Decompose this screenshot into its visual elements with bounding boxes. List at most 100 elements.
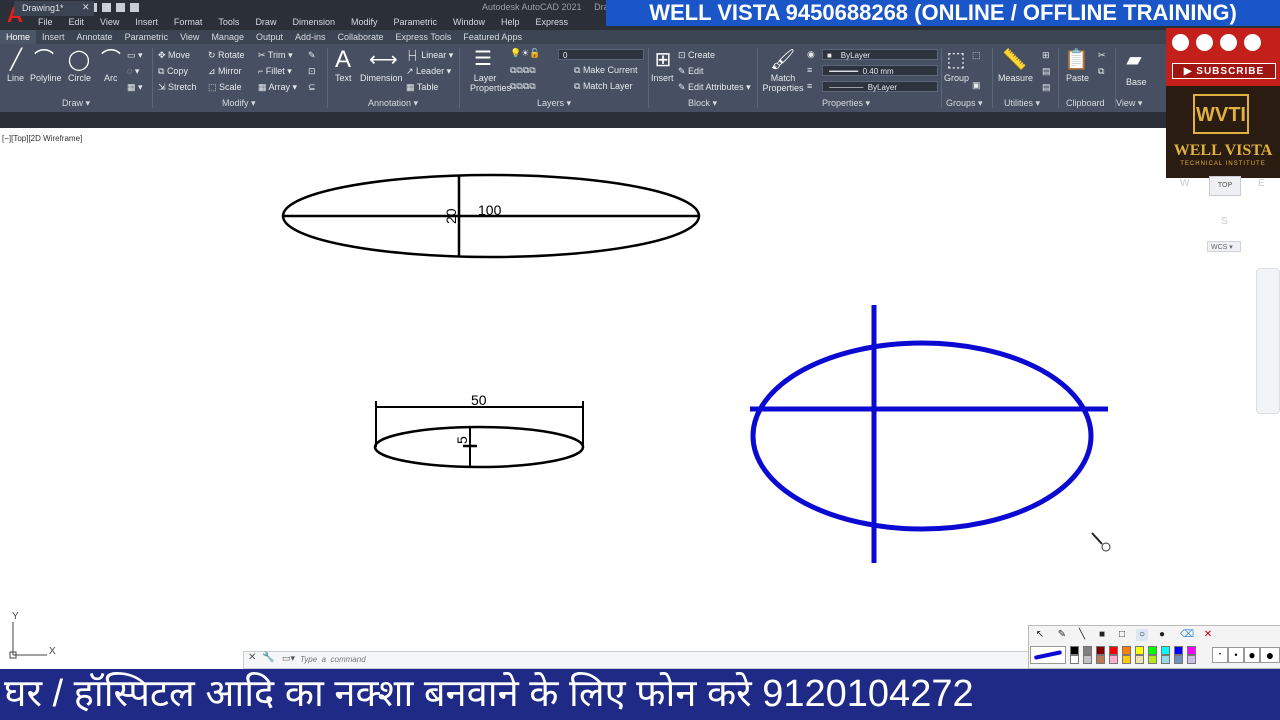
line-tool-icon[interactable]: ╲ xyxy=(1076,629,1088,641)
tab-manage[interactable]: Manage xyxy=(205,30,250,44)
ellipse-blue[interactable] xyxy=(750,340,1094,532)
viewcube-south[interactable]: S xyxy=(1221,216,1228,227)
move-button[interactable]: ✥ Move xyxy=(158,50,190,61)
color-swatch[interactable] xyxy=(1187,655,1196,664)
copy-clip-icon[interactable]: ⧉ xyxy=(1098,66,1104,77)
menu-file[interactable]: File xyxy=(30,17,61,27)
layer-properties-button[interactable]: Layer Properties xyxy=(470,73,511,93)
circle-icon[interactable]: ◯ xyxy=(67,48,91,72)
color-swatch[interactable] xyxy=(1135,655,1144,664)
utilities-panel-title[interactable]: Utilities ▾ xyxy=(1004,98,1040,109)
array-button[interactable]: ▦ Array ▾ xyxy=(258,82,297,93)
tab-add-ins[interactable]: Add-ins xyxy=(289,30,332,44)
dimension-icon[interactable]: ⟷ xyxy=(369,48,398,72)
paste-icon[interactable]: 📋 xyxy=(1064,48,1089,72)
create-button[interactable]: ⊡ Create xyxy=(678,50,715,61)
layer-tool-icons[interactable]: ⧉⧉⧉⧉ xyxy=(510,65,536,76)
color-swatch[interactable] xyxy=(1070,655,1079,664)
measure-button[interactable]: Measure xyxy=(998,73,1033,83)
subscribe-button[interactable]: ▶ SUBSCRIBE xyxy=(1172,63,1276,79)
table-grid-icon[interactable]: ▦ ▾ xyxy=(127,82,143,93)
filled-ellipse-icon[interactable]: ● xyxy=(1156,629,1168,641)
ellipse-small[interactable] xyxy=(373,425,585,469)
layers-panel-title[interactable]: Layers ▾ xyxy=(537,98,571,109)
customize-wrench-icon[interactable]: 🔧 xyxy=(262,652,274,663)
viewcube-top-face[interactable]: TOP xyxy=(1209,176,1241,196)
clear-icon[interactable]: ✕ xyxy=(1202,629,1214,641)
menu-express[interactable]: Express xyxy=(528,17,577,27)
match-layer-button[interactable]: ⧉ Match Layer xyxy=(574,81,632,92)
rotate-button[interactable]: ↻ Rotate xyxy=(208,50,245,61)
ungroup-icon[interactable]: ⬚ xyxy=(972,50,981,61)
eraser-icon[interactable]: ⌫ xyxy=(1180,629,1194,641)
match-properties-icon[interactable]: 🖌 xyxy=(770,48,795,72)
color-swatch[interactable] xyxy=(1070,646,1079,655)
id-point-icon[interactable]: ▤ xyxy=(1042,82,1051,93)
menu-tools[interactable]: Tools xyxy=(210,17,247,27)
pen-icon[interactable]: ✎ xyxy=(1056,629,1068,641)
drawing-canvas[interactable]: 100 20 50 5 Y X xyxy=(0,128,1166,669)
tab-collaborate[interactable]: Collaborate xyxy=(332,30,390,44)
new-tab-icon[interactable]: + xyxy=(105,1,111,13)
color-swatch[interactable] xyxy=(1161,655,1170,664)
layer-dropdown[interactable]: 0 xyxy=(558,49,644,60)
mirror-button[interactable]: ⊿ Mirror xyxy=(208,66,242,77)
hatch-icon[interactable]: ◌ ▾ xyxy=(127,66,139,77)
stretch-button[interactable]: ⇲ Stretch xyxy=(158,82,197,93)
menu-parametric[interactable]: Parametric xyxy=(386,17,446,27)
text-button[interactable]: Text xyxy=(335,73,352,83)
dimension-button[interactable]: Dimension xyxy=(360,73,403,83)
layer-state-icons[interactable]: 💡☀🔓 xyxy=(510,48,540,59)
pen-size-medium[interactable]: • xyxy=(1228,647,1244,663)
filled-rect-icon[interactable]: ■ xyxy=(1096,629,1108,641)
leader-button[interactable]: ↗ Leader ▾ xyxy=(406,66,451,77)
line-button[interactable]: Line xyxy=(7,73,24,83)
tab-view[interactable]: View xyxy=(174,30,205,44)
scale-button[interactable]: ⬚ Scale xyxy=(208,82,242,93)
arc-icon[interactable]: ⌒ xyxy=(99,48,123,72)
tab-home[interactable]: Home xyxy=(0,30,37,44)
viewcube-east[interactable]: E xyxy=(1258,178,1265,189)
color-swatch[interactable] xyxy=(1174,655,1183,664)
lineweight-icon[interactable]: ≡ xyxy=(807,65,812,75)
wcs-menu[interactable]: WCS ▾ xyxy=(1207,241,1241,252)
block-panel-title[interactable]: Block ▾ xyxy=(688,98,717,109)
color-swatch[interactable] xyxy=(1122,655,1131,664)
menu-draw[interactable]: Draw xyxy=(247,17,284,27)
redo-icon[interactable] xyxy=(130,3,139,12)
tab-insert[interactable]: Insert xyxy=(36,30,71,44)
offset-icon[interactable]: ⊆ xyxy=(308,82,316,93)
linetype-icon[interactable]: ≡ xyxy=(807,81,812,91)
pointer-icon[interactable]: ↖ xyxy=(1034,629,1046,641)
arc-button[interactable]: Arc xyxy=(104,73,118,83)
rectangle-icon[interactable]: ▭ ▾ xyxy=(127,50,143,61)
current-pen-preview[interactable] xyxy=(1030,646,1066,664)
menu-format[interactable]: Format xyxy=(166,17,211,27)
circle-button[interactable]: Circle xyxy=(68,73,91,83)
menu-view[interactable]: View xyxy=(92,17,127,27)
calculator-icon[interactable]: ▤ xyxy=(1042,66,1051,77)
color-swatch[interactable] xyxy=(1135,646,1144,655)
line-icon[interactable]: ╱ xyxy=(4,48,28,72)
tab-output[interactable]: Output xyxy=(250,30,289,44)
color-swatch[interactable] xyxy=(1174,646,1183,655)
share-circle-icon[interactable] xyxy=(1220,34,1237,51)
fillet-button[interactable]: ⌐ Fillet ▾ xyxy=(258,66,292,77)
color-swatch[interactable] xyxy=(1083,655,1092,664)
undo-icon[interactable] xyxy=(116,3,125,12)
text-icon[interactable]: A xyxy=(331,48,355,72)
layer-tool-icons-2[interactable]: ⧉⧉⧉⧉ xyxy=(510,81,536,92)
menu-edit[interactable]: Edit xyxy=(61,17,93,27)
tab-annotate[interactable]: Annotate xyxy=(71,30,119,44)
quick-select-icon[interactable]: ⊞ xyxy=(1042,50,1050,61)
pen-size-xlarge[interactable]: ● xyxy=(1260,647,1280,663)
pen-size-large[interactable]: ● xyxy=(1244,647,1260,663)
modify-panel-title[interactable]: Modify ▾ xyxy=(222,98,256,109)
color-swatch[interactable] xyxy=(1122,646,1131,655)
linear-button[interactable]: ├┤ Linear ▾ xyxy=(406,50,453,61)
group-button[interactable]: Group xyxy=(944,73,969,83)
color-swatch[interactable] xyxy=(1096,646,1105,655)
menu-modify[interactable]: Modify xyxy=(343,17,386,27)
command-history-icon[interactable]: ▭▾ xyxy=(282,653,295,664)
group-select-icon[interactable]: ▣ xyxy=(972,80,981,91)
